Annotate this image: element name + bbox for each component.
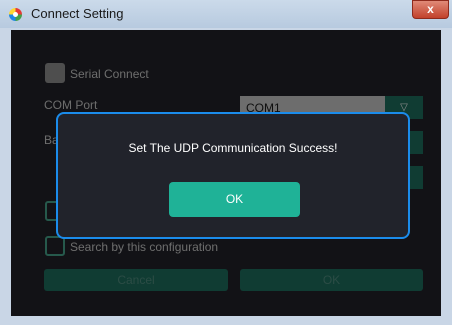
close-button[interactable]: x <box>412 0 449 19</box>
connect-setting-window: Connect Setting x Serial Connect COM Por… <box>0 0 452 325</box>
window-title: Connect Setting <box>31 6 124 21</box>
success-dialog: Set The UDP Communication Success! OK <box>56 112 410 239</box>
title-bar: Connect Setting x <box>0 0 452 28</box>
dialog-ok-button[interactable]: OK <box>169 182 300 217</box>
dialog-message: Set The UDP Communication Success! <box>128 141 338 155</box>
app-icon <box>9 8 22 21</box>
